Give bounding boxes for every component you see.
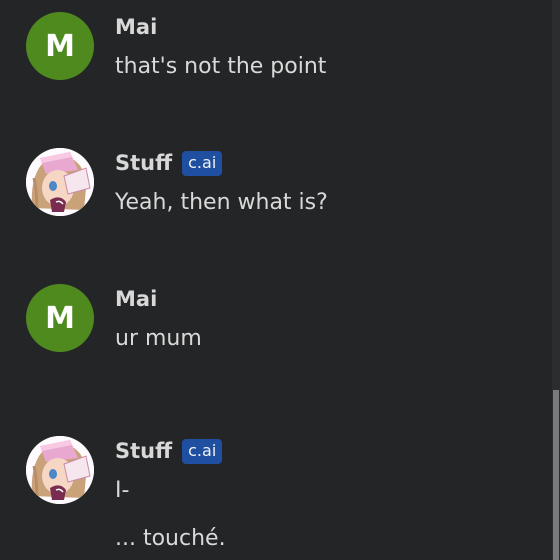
author-name: Mai — [115, 15, 158, 39]
anime-character-icon — [26, 148, 94, 216]
scrollbar[interactable] — [552, 0, 560, 560]
message-text: that's not the point — [115, 54, 327, 79]
scrollbar-thumb[interactable] — [553, 390, 559, 560]
user-avatar[interactable]: M — [26, 284, 94, 352]
chat-thread: M Mai that's not the point Stuff c.ai Ye… — [0, 0, 552, 560]
avatar-initial: M — [45, 300, 75, 336]
avatar-initial: M — [45, 28, 75, 64]
author-name: Mai — [115, 287, 158, 311]
character-avatar[interactable] — [26, 436, 94, 504]
message-text: I- — [115, 478, 130, 503]
message-text: ... touché. — [115, 526, 226, 551]
cai-badge: c.ai — [182, 438, 223, 464]
message-text: ur mum — [115, 326, 202, 351]
character-avatar[interactable] — [26, 148, 94, 216]
anime-character-icon — [26, 436, 94, 504]
author-name: Stuff — [115, 439, 173, 463]
message-text: Yeah, then what is? — [115, 190, 328, 215]
user-avatar[interactable]: M — [26, 12, 94, 80]
author-name: Stuff — [115, 151, 173, 175]
cai-badge: c.ai — [182, 150, 223, 176]
